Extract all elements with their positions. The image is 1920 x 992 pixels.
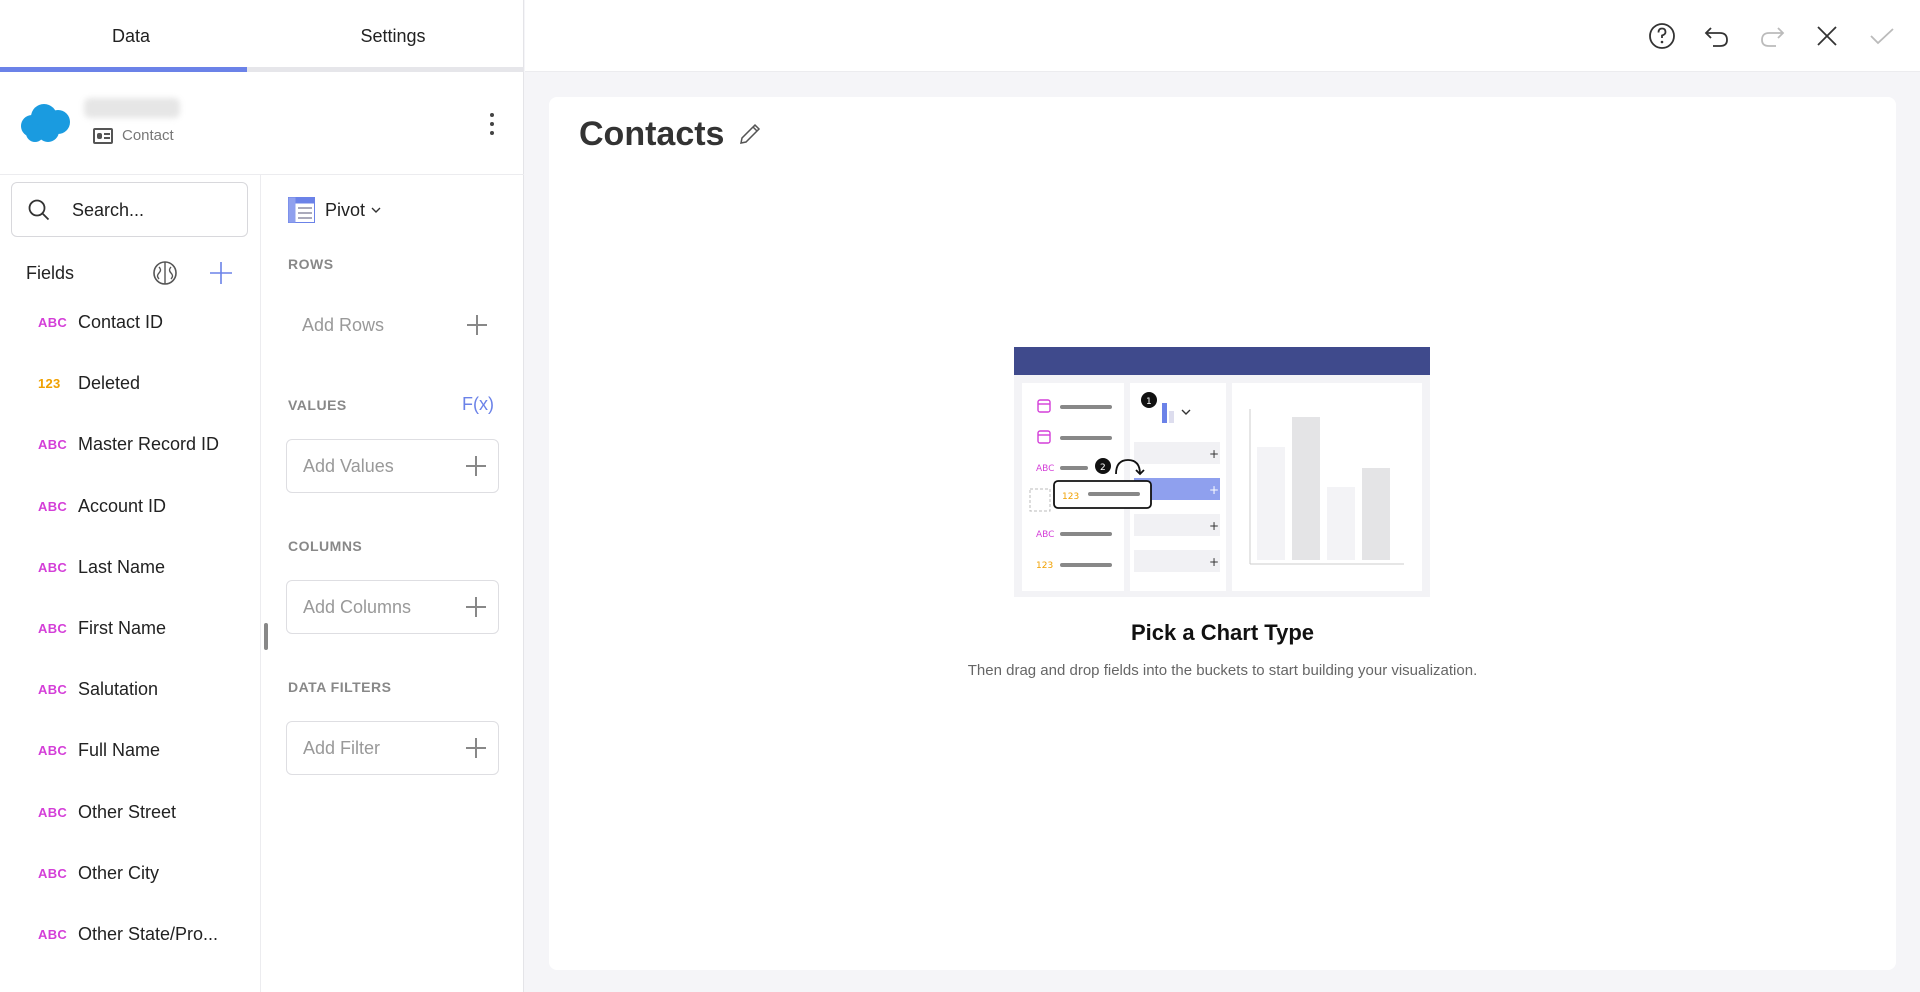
brain-icon[interactable]: [152, 260, 178, 286]
add-rows-label: Add Rows: [302, 314, 385, 335]
tab-data[interactable]: Data: [0, 0, 262, 72]
fields-title: Fields: [26, 263, 75, 283]
illustration-abc-label-2: ABC: [1036, 530, 1054, 540]
svg-text:+: +: [1209, 483, 1219, 497]
field-label: Account ID: [78, 495, 167, 516]
field-type-badge: 123: [38, 375, 61, 391]
tab-settings[interactable]: Settings: [262, 0, 524, 72]
field-item[interactable]: ABC Other Street: [0, 792, 250, 832]
plus-icon: [464, 595, 488, 619]
illustration-num-label: 123: [1036, 561, 1053, 571]
field-label: Other City: [78, 862, 160, 883]
field-item[interactable]: ABC Contact ID: [0, 302, 250, 342]
field-type-badge: ABC: [38, 436, 68, 452]
field-type-badge: ABC: [38, 681, 68, 697]
search-input[interactable]: [72, 195, 232, 225]
pick-chart-illustration: ABC ABC 123 1 + + + + 123 2: [1014, 347, 1430, 597]
editor-toolbar: [525, 0, 1920, 72]
field-label: Last Name: [78, 556, 166, 577]
help-icon[interactable]: [1646, 20, 1678, 52]
search-box[interactable]: [11, 182, 248, 237]
field-item[interactable]: 123 Deleted: [0, 363, 250, 403]
data-source-subtitle: Contact: [122, 127, 174, 144]
field-item[interactable]: ABC First Name: [0, 608, 250, 648]
field-label: Deleted: [78, 372, 141, 393]
field-item[interactable]: ABC Other City: [0, 853, 250, 893]
add-values-label: Add Values: [303, 455, 394, 476]
undo-icon[interactable]: [1701, 20, 1733, 52]
data-source-name: [84, 98, 180, 118]
check-icon[interactable]: [1866, 20, 1898, 52]
add-field-icon[interactable]: [209, 261, 233, 285]
field-type-badge: ABC: [38, 620, 68, 636]
field-item[interactable]: ABC Other State/Pro...: [0, 914, 250, 954]
add-filter-bucket[interactable]: Add Filter: [286, 721, 499, 775]
contact-card-icon: [93, 128, 113, 144]
field-item[interactable]: ABC Last Name: [0, 547, 250, 587]
buckets-column: Pivot ROWS Add Rows VALUES F(x) Add Valu…: [262, 175, 524, 992]
field-type-badge: ABC: [38, 865, 68, 881]
add-filter-label: Add Filter: [303, 737, 381, 758]
data-editor-panel: Data Settings Contact Fields: [0, 0, 524, 992]
tab-bar: Data Settings: [0, 0, 524, 72]
field-label: Other Street: [78, 801, 177, 822]
field-type-badge: ABC: [38, 314, 68, 330]
svg-text:+: +: [1209, 447, 1219, 461]
plus-icon: [464, 454, 488, 478]
add-rows-bucket[interactable]: Add Rows: [286, 298, 499, 352]
redo-icon[interactable]: [1756, 20, 1788, 52]
visualization-title: Contacts: [579, 115, 725, 153]
field-type-badge: ABC: [38, 926, 68, 942]
add-columns-bucket[interactable]: Add Columns: [286, 580, 499, 634]
pick-chart-subtitle: Then drag and drop fields into the bucke…: [967, 662, 1478, 679]
data-source-header: Contact: [0, 72, 524, 175]
fields-column: Fields ABC Contact ID 123 Deleted ABC Master …: [0, 175, 261, 992]
values-title: VALUES: [288, 397, 347, 413]
close-icon[interactable]: [1811, 20, 1843, 52]
columns-title: COLUMNS: [288, 538, 363, 554]
rows-title: ROWS: [288, 256, 334, 272]
pivot-table-icon: [288, 197, 315, 223]
field-label: Salutation: [78, 678, 159, 699]
field-item[interactable]: ABC Full Name: [0, 730, 250, 770]
edit-pencil-icon[interactable]: [737, 121, 763, 147]
field-item[interactable]: ABC Master Record ID: [0, 424, 250, 464]
plus-icon: [465, 313, 489, 337]
plus-icon: [464, 736, 488, 760]
dragged-pill-label: 123: [1062, 492, 1079, 502]
field-label: Master Record ID: [78, 433, 220, 454]
data-filters-title: DATA FILTERS: [288, 679, 392, 695]
visualization-canvas: Contacts ABC ABC 123 1 + + + + 123 2 Pic…: [549, 97, 1896, 970]
field-item[interactable]: ABC Salutation: [0, 669, 250, 709]
field-type-badge: ABC: [38, 742, 68, 758]
step-one-badge: 1: [1146, 397, 1152, 407]
field-label: Contact ID: [78, 311, 164, 332]
field-type-badge: ABC: [38, 559, 68, 575]
fx-button[interactable]: F(x): [462, 394, 494, 415]
field-label: First Name: [78, 617, 167, 638]
add-columns-label: Add Columns: [303, 596, 412, 617]
svg-text:+: +: [1209, 555, 1219, 569]
step-two-badge: 2: [1100, 463, 1106, 473]
visualization-label: Pivot: [325, 199, 366, 220]
field-label: Full Name: [78, 739, 161, 760]
field-type-badge: ABC: [38, 804, 68, 820]
field-type-badge: ABC: [38, 498, 68, 514]
visualization-picker[interactable]: Pivot: [288, 195, 381, 225]
chevron-down-icon: [371, 207, 381, 213]
add-values-bucket[interactable]: Add Values: [286, 439, 499, 493]
search-icon: [28, 199, 50, 221]
field-item[interactable]: ABC Account ID: [0, 486, 250, 526]
illustration-abc-label: ABC: [1036, 464, 1054, 474]
pick-chart-title: Pick a Chart Type: [1131, 620, 1314, 645]
more-options-icon[interactable]: [482, 110, 502, 138]
svg-text:+: +: [1209, 519, 1219, 533]
field-label: Other State/Pro...: [78, 923, 219, 944]
salesforce-cloud-icon: [21, 104, 70, 142]
